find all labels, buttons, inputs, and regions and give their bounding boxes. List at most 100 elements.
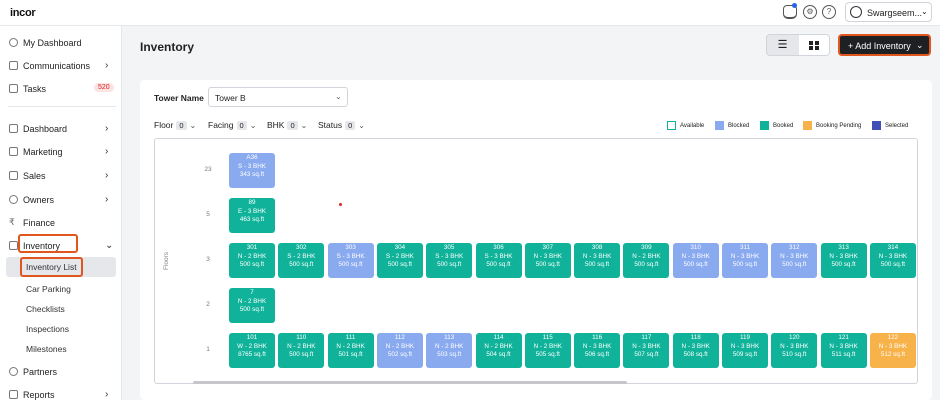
sidebar-sub-car-parking[interactable]: Car Parking <box>26 284 71 294</box>
legend-swatch <box>872 121 881 130</box>
unit-area: 500 sq.ft <box>437 261 462 268</box>
unit-area: 500 sq.ft <box>831 261 856 268</box>
unit-type: N - 3 BHK <box>533 252 562 260</box>
unit-305[interactable]: 305 S - 3 BHK 500 sq.ft <box>426 243 473 278</box>
unit-304[interactable]: 304 S - 2 BHK 500 sq.ft <box>376 243 423 278</box>
unit-111[interactable]: 111 N - 2 BHK 501 sq.ft <box>327 333 374 368</box>
unit-117[interactable]: 117 N - 3 BHK 507 sq.ft <box>623 333 670 368</box>
unit-type: N - 2 BHK <box>533 342 562 350</box>
unit-112[interactable]: 112 N - 2 BHK 502 sq.ft <box>376 333 423 368</box>
unit-306[interactable]: 306 S - 3 BHK 500 sq.ft <box>475 243 522 278</box>
unit-type: N - 3 BHK <box>681 252 710 260</box>
unit-121[interactable]: 121 N - 3 BHK 511 sq.ft <box>820 333 867 368</box>
unit-no: 101 <box>246 334 258 341</box>
unit-113[interactable]: 113 N - 2 BHK 503 sq.ft <box>426 333 473 368</box>
sidebar-item-sales[interactable]: Sales › <box>0 166 122 186</box>
floor-label-2: 2 <box>206 301 210 308</box>
sidebar-item-dashboard[interactable]: Dashboard › <box>0 119 122 139</box>
sidebar-item-tasks[interactable]: Tasks 520 <box>0 79 122 99</box>
sidebar-item-owners[interactable]: Owners › <box>0 190 122 210</box>
sidebar-item-partners[interactable]: Partners <box>0 362 122 382</box>
legend-label: Available <box>680 123 705 129</box>
sidebar-item-marketing[interactable]: Marketing › <box>0 142 122 162</box>
unit-area: 500 sq.ft <box>683 261 708 268</box>
unit-312[interactable]: 312 N - 3 BHK 500 sq.ft <box>771 243 818 278</box>
unit-308[interactable]: 308 N - 3 BHK 500 sq.ft <box>574 243 621 278</box>
unit-area: 500 sq.ft <box>634 261 659 268</box>
help-icon[interactable]: ? <box>822 5 836 19</box>
unit-area: 463 sq.ft <box>239 216 265 223</box>
legend-label: Booking Pending <box>816 123 862 129</box>
sidebar-item-reports[interactable]: Reports › <box>0 385 122 400</box>
unit-314[interactable]: 314 N - 3 BHK 500 sq.ft <box>869 243 916 278</box>
unit-no: 310 <box>690 244 701 251</box>
unit-A36[interactable]: A36 S - 3 BHK 343 sq.ft <box>229 153 275 188</box>
sidebar-item-label: Sales <box>23 171 46 181</box>
unit-311[interactable]: 311 N - 3 BHK 500 sq.ft <box>722 243 768 278</box>
unit-119[interactable]: 119 N - 3 BHK 509 sq.ft <box>722 333 768 368</box>
unit-no: 114 <box>493 334 504 341</box>
filter-bhk[interactable]: BHK 0 ⌄ <box>267 120 307 130</box>
horizontal-scrollbar[interactable] <box>193 381 627 384</box>
unit-110[interactable]: 110 N - 2 BHK 500 sq.ft <box>278 333 325 368</box>
unit-type: S - 3 BHK <box>435 252 464 260</box>
sidebar-item-label: Communications <box>23 61 91 71</box>
unit-area: 509 sq.ft <box>732 351 758 358</box>
unit-area: 500 sq.ft <box>387 261 412 268</box>
unit-type: N - 3 BHK <box>582 342 612 350</box>
gear-icon[interactable]: ⚙ <box>803 5 817 19</box>
filter-count: 0 <box>287 121 298 130</box>
unit-115[interactable]: 115 N - 2 BHK 505 sq.ft <box>524 333 571 368</box>
sidebar-sub-inspections[interactable]: Inspections <box>26 324 69 334</box>
unit-no: 113 <box>444 334 455 341</box>
unit-no: 111 <box>345 334 356 341</box>
filter-count: 0 <box>345 121 356 130</box>
unit-area: 511 sq.ft <box>831 351 856 358</box>
handshake-icon <box>9 367 18 376</box>
chevron-right-icon: › <box>105 60 109 71</box>
unit-313[interactable]: 313 N - 3 BHK 500 sq.ft <box>820 243 867 278</box>
sidebar-item-label: Marketing <box>23 147 63 157</box>
unit-120[interactable]: 120 N - 3 BHK 510 sq.ft <box>771 333 818 368</box>
unit-302[interactable]: 302 S - 2 BHK 500 sq.ft <box>278 243 325 278</box>
unit-area: 508 sq.ft <box>683 351 708 358</box>
unit-101[interactable]: 101 W - 2 BHK 8765 sq.ft <box>229 333 275 368</box>
unit-301[interactable]: 301 N - 2 BHK 500 sq.ft <box>229 243 275 278</box>
app-logo[interactable]: incor <box>10 7 36 19</box>
filter-label: Facing <box>208 120 234 130</box>
sidebar-item-label: My Dashboard <box>23 38 82 48</box>
unit-116[interactable]: 116 N - 3 BHK 506 sq.ft <box>574 333 621 368</box>
user-menu-button[interactable]: Swargseem... ⌄ <box>845 2 932 22</box>
unit-type: N - 2 BHK <box>287 342 316 350</box>
filter-status[interactable]: Status 0 ⌄ <box>318 120 365 130</box>
filter-floor[interactable]: Floor 0 ⌄ <box>154 120 196 130</box>
sidebar-item-my-dashboard[interactable]: My Dashboard <box>0 33 122 53</box>
add-inventory-button[interactable]: + Add Inventory ⌄ <box>838 34 931 56</box>
grid-view-icon[interactable] <box>799 35 829 55</box>
unit-type: N - 2 BHK <box>632 252 661 260</box>
filter-label: Status <box>318 120 343 130</box>
sidebar-item-communications[interactable]: Communications › <box>0 56 122 76</box>
sidebar-sub-milestones[interactable]: Milestones <box>26 344 67 354</box>
sidebar-sub-checklists[interactable]: Checklists <box>26 304 65 314</box>
sidebar-item-finance[interactable]: ₹ Finance <box>0 213 122 233</box>
unit-118[interactable]: 118 N - 3 BHK 508 sq.ft <box>672 333 719 368</box>
unit-type: N - 2 BHK <box>336 342 365 350</box>
tower-select[interactable]: Tower B ⌄ <box>208 87 348 107</box>
unit-7[interactable]: 7N - 2 BHK 500 sq.ft <box>229 288 275 323</box>
unit-122[interactable]: 122 N - 3 BHK 512 sq.ft <box>869 333 916 368</box>
chevron-down-icon: ⌄ <box>249 121 257 130</box>
chevron-right-icon: › <box>105 194 109 205</box>
unit-89[interactable]: 89 E - 3 BHK 463 sq.ft <box>229 198 275 233</box>
tasks-count-badge: 520 <box>94 83 114 92</box>
filter-facing[interactable]: Facing 0 ⌄ <box>208 120 256 130</box>
chevron-down-icon: ⌄ <box>189 121 197 130</box>
unit-no: 303 <box>345 244 356 251</box>
unit-310[interactable]: 310 N - 3 BHK 500 sq.ft <box>672 243 719 278</box>
unit-114[interactable]: 114 N - 2 BHK 504 sq.ft <box>475 333 522 368</box>
unit-307[interactable]: 307 N - 3 BHK 500 sq.ft <box>524 243 571 278</box>
unit-303[interactable]: 303 S - 3 BHK 500 sq.ft <box>327 243 374 278</box>
list-view-icon[interactable]: ☰ <box>767 35 798 55</box>
unit-no: 115 <box>542 334 553 341</box>
unit-309[interactable]: 309 N - 2 BHK 500 sq.ft <box>623 243 670 278</box>
